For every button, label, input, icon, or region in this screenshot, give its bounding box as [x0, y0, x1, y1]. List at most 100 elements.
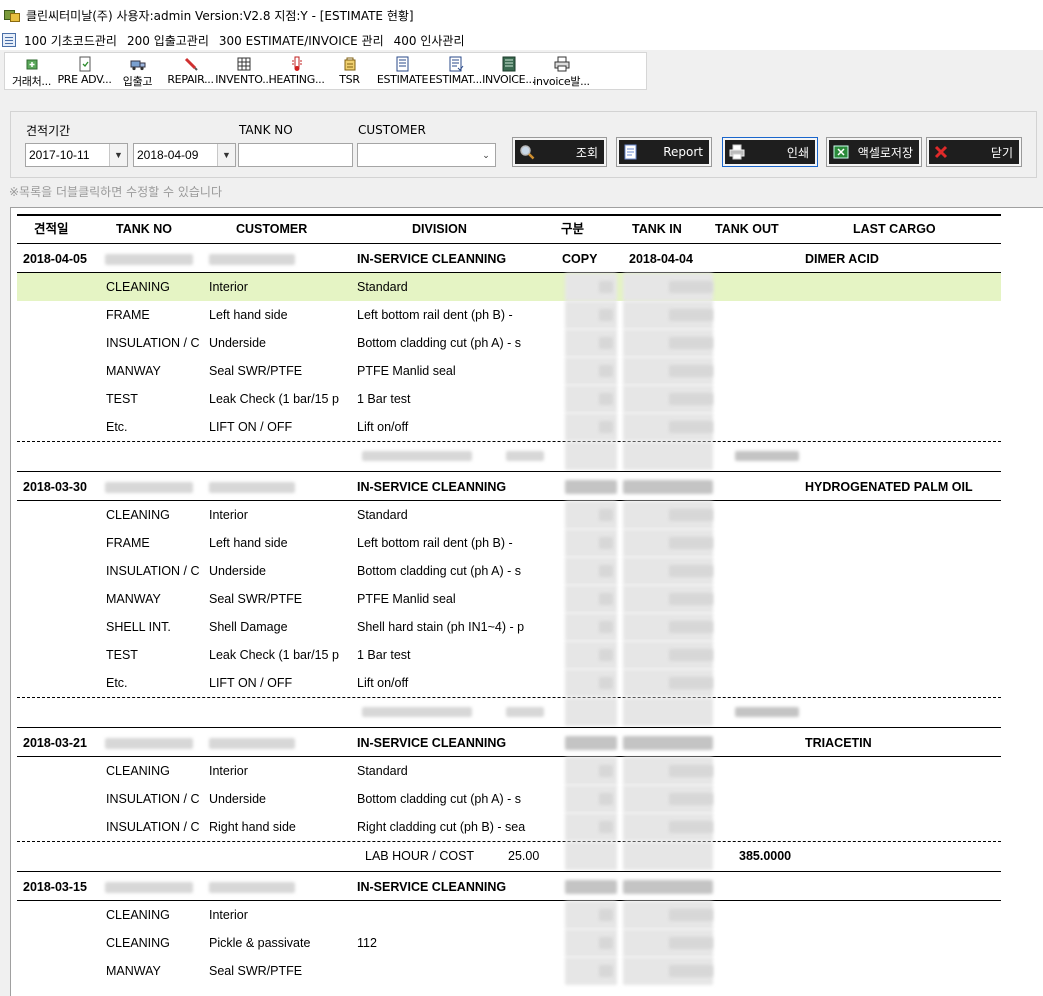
toolbar-estimate-list-button[interactable]: ESTIMAT... — [429, 53, 482, 89]
item-location: Left hand side — [209, 536, 288, 550]
tank-no-input[interactable] — [238, 143, 353, 167]
estimate-item-row[interactable]: MANWAY Seal SWR/PTFE PTFE Manlid seal — [17, 585, 1001, 613]
item-location: LIFT ON / OFF — [209, 676, 293, 690]
estimate-item-row[interactable]: CLEANING Interior — [17, 901, 1001, 929]
redacted-block — [669, 649, 713, 661]
toolbar-pre-advice-button[interactable]: PRE ADV... — [57, 53, 112, 89]
item-location: Seal SWR/PTFE — [209, 592, 303, 606]
estimate-item-row[interactable]: CLEANING Interior Standard — [17, 757, 1001, 785]
division: IN-SERVICE CLEANNING — [357, 880, 507, 894]
chevron-down-icon[interactable]: ▼ — [217, 144, 235, 166]
item-category: Etc. — [106, 676, 128, 690]
item-category: SHELL INT. — [106, 620, 171, 634]
redacted-block — [362, 707, 472, 717]
redacted-block — [599, 621, 613, 633]
item-category: CLEANING — [106, 280, 170, 294]
estimate-item-row[interactable]: MANWAY Seal SWR/PTFE — [17, 957, 1001, 985]
estimate-date: 2018-03-15 — [23, 880, 87, 894]
item-description: PTFE Manlid seal — [357, 364, 456, 378]
estimate-report[interactable]: 견적일 TANK NO CUSTOMER DIVISION 구분 TANK IN… — [10, 207, 1043, 996]
estimate-item-row[interactable]: INSULATION / C Underside Bottom cladding c… — [17, 329, 1001, 357]
estimate-item-row[interactable]: MANWAY Seal SWR/PTFE PTFE Manlid seal — [17, 357, 1001, 385]
chevron-down-icon[interactable]: ▼ — [109, 144, 127, 166]
estimate-item-row[interactable]: INSULATION / C Underside Bottom cladding c… — [17, 785, 1001, 813]
estimate-group-row[interactable]: 2018-03-21 IN-SERVICE CLEANNING TRIACETIN — [17, 729, 1001, 757]
close-button[interactable]: 닫기 — [926, 137, 1022, 167]
item-description: PTFE Manlid seal — [357, 592, 456, 606]
estimate-group-row[interactable]: 2018-04-05 IN-SERVICE CLEANNING COPY 2018-0… — [17, 245, 1001, 273]
redacted-block — [565, 698, 617, 726]
estimate-group-row[interactable]: 2018-03-15 IN-SERVICE CLEANNING — [17, 873, 1001, 901]
partner-add-icon — [24, 56, 40, 72]
toolbar-estimate-button[interactable]: ESTIMATE — [376, 53, 429, 89]
menu-in-out[interactable]: 200 입출고관리 — [127, 32, 209, 49]
item-description: Standard — [357, 508, 408, 522]
division: IN-SERVICE CLEANNING — [357, 252, 507, 266]
toolbar-tsr-button[interactable]: TSR — [323, 53, 376, 89]
toolbar-invoice-issue-button[interactable]: invoice발... — [533, 53, 590, 89]
redacted-block — [669, 421, 713, 433]
tank-in: 2018-04-04 — [629, 252, 693, 266]
redacted-block — [362, 451, 472, 461]
redacted-block — [599, 393, 613, 405]
estimate-item-row[interactable]: TEST Leak Check (1 bar/15 p 1 Bar test — [17, 641, 1001, 669]
toolbar-inventory-button[interactable]: INVENTO... — [215, 53, 272, 89]
menu-estimate-invoice[interactable]: 300 ESTIMATE/INVOICE 관리 — [219, 32, 384, 49]
estimate-item-row[interactable]: FRAME Left hand side Left bottom rail dent… — [17, 301, 1001, 329]
estimate-item-row[interactable]: INSULATION / C Underside Bottom cladding c… — [17, 557, 1001, 585]
redacted-block — [669, 565, 713, 577]
excel-save-button[interactable]: 액셀로저장 — [826, 137, 922, 167]
estimate-item-row[interactable]: Etc. LIFT ON / OFF Lift on/off — [17, 413, 1001, 441]
redacted-block — [599, 677, 613, 689]
estimate-item-row[interactable]: INSULATION / C Right hand side Right cladd… — [17, 813, 1001, 841]
redacted-block — [565, 480, 617, 494]
estimate-item-row[interactable]: CLEANING Interior Standard — [17, 273, 1001, 301]
redacted-block — [599, 937, 613, 949]
redacted-block — [623, 880, 713, 894]
item-description: Standard — [357, 764, 408, 778]
estimate-item-row[interactable]: TEST Leak Check (1 bar/15 p 1 Bar test — [17, 385, 1001, 413]
redacted-block — [599, 909, 613, 921]
toolbar-invoice-button[interactable]: INVOICE... — [482, 53, 535, 89]
mdi-menu-icon[interactable] — [2, 33, 16, 47]
inventory-grid-icon — [236, 56, 252, 72]
redacted-block — [599, 337, 613, 349]
estimate-item-row[interactable]: SHELL INT. Shell Damage Shell hard stain (… — [17, 613, 1001, 641]
estimate-group-row[interactable]: 2018-03-30 IN-SERVICE CLEANNING HYDROGENAT… — [17, 473, 1001, 501]
repair-pencil-icon — [183, 56, 199, 72]
redacted-block — [735, 451, 799, 461]
toolbar-repair-button[interactable]: REPAIR... — [164, 53, 217, 89]
redacted-block — [599, 593, 613, 605]
print-button[interactable]: 인쇄 — [722, 137, 818, 167]
menu-hr[interactable]: 400 인사관리 — [394, 32, 465, 49]
menu-basic-code[interactable]: 100 기초코드관리 — [24, 32, 117, 49]
chevron-down-icon[interactable]: ⌄ — [477, 144, 495, 166]
date-from-picker[interactable]: 2017-10-11 ▼ — [25, 143, 128, 167]
redacted-block — [599, 509, 613, 521]
item-description: Left bottom rail dent (ph B) - — [357, 536, 513, 550]
item-category: CLEANING — [106, 908, 170, 922]
item-location: Interior — [209, 280, 248, 294]
estimate-item-row[interactable]: Etc. LIFT ON / OFF Lift on/off — [17, 669, 1001, 697]
redacted-block — [669, 509, 713, 521]
item-description: Left bottom rail dent (ph B) - — [357, 308, 513, 322]
item-description: Lift on/off — [357, 676, 409, 690]
toolbar-partner-button[interactable]: 거래처... — [5, 53, 58, 89]
redacted-block — [669, 937, 713, 949]
toolbar-heating-button[interactable]: HEATING... — [268, 53, 325, 89]
search-button[interactable]: 조회 — [512, 137, 607, 167]
report-button[interactable]: Report — [616, 137, 712, 167]
redacted-block — [623, 480, 713, 494]
date-to-picker[interactable]: 2018-04-09 ▼ — [133, 143, 236, 167]
toolbar-in-out-button[interactable]: 입출고 — [111, 53, 164, 89]
estimate-item-row[interactable]: FRAME Left hand side Left bottom rail dent… — [17, 529, 1001, 557]
redacted-block — [209, 882, 295, 893]
subtotal-row — [17, 442, 1001, 470]
customer-label: CUSTOMER — [358, 123, 426, 137]
estimate-item-row[interactable]: CLEANING Pickle & passivate 112 — [17, 929, 1001, 957]
customer-select[interactable]: ⌄ — [357, 143, 496, 167]
item-description: 112 — [357, 936, 377, 950]
estimate-item-row[interactable]: CLEANING Interior Standard — [17, 501, 1001, 529]
invoice-icon — [501, 56, 517, 72]
estimate-doc-icon — [395, 56, 411, 72]
